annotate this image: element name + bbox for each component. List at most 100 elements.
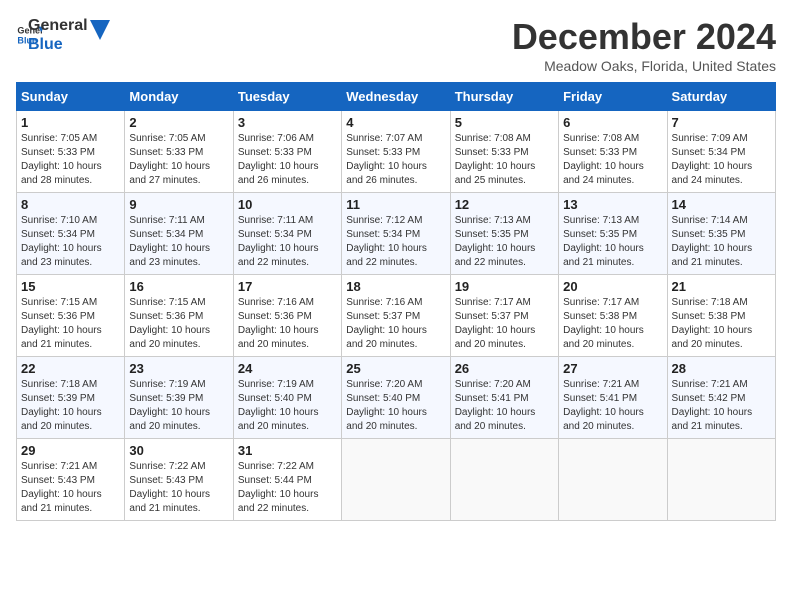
day-info: Sunrise: 7:12 AM Sunset: 5:34 PM Dayligh… — [346, 215, 427, 268]
header-wednesday: Wednesday — [342, 83, 450, 111]
day-info: Sunrise: 7:22 AM Sunset: 5:43 PM Dayligh… — [129, 461, 210, 514]
day-number: 2 — [129, 115, 228, 130]
calendar-cell: 28 Sunrise: 7:21 AM Sunset: 5:42 PM Dayl… — [667, 357, 775, 439]
day-info: Sunrise: 7:06 AM Sunset: 5:33 PM Dayligh… — [238, 133, 319, 186]
day-number: 12 — [455, 197, 554, 212]
day-number: 11 — [346, 197, 445, 212]
day-info: Sunrise: 7:11 AM Sunset: 5:34 PM Dayligh… — [238, 215, 319, 268]
page-header: General Blue General Blue December 2024 … — [16, 16, 776, 74]
day-number: 29 — [21, 443, 120, 458]
calendar-week-3: 15 Sunrise: 7:15 AM Sunset: 5:36 PM Dayl… — [17, 275, 776, 357]
day-info: Sunrise: 7:22 AM Sunset: 5:44 PM Dayligh… — [238, 461, 319, 514]
calendar-cell: 6 Sunrise: 7:08 AM Sunset: 5:33 PM Dayli… — [559, 111, 667, 193]
calendar-cell: 3 Sunrise: 7:06 AM Sunset: 5:33 PM Dayli… — [233, 111, 341, 193]
calendar-cell: 11 Sunrise: 7:12 AM Sunset: 5:34 PM Dayl… — [342, 193, 450, 275]
calendar-cell: 30 Sunrise: 7:22 AM Sunset: 5:43 PM Dayl… — [125, 439, 233, 521]
day-number: 15 — [21, 279, 120, 294]
calendar-cell: 29 Sunrise: 7:21 AM Sunset: 5:43 PM Dayl… — [17, 439, 125, 521]
calendar-week-1: 1 Sunrise: 7:05 AM Sunset: 5:33 PM Dayli… — [17, 111, 776, 193]
day-number: 9 — [129, 197, 228, 212]
calendar-cell: 27 Sunrise: 7:21 AM Sunset: 5:41 PM Dayl… — [559, 357, 667, 439]
calendar-cell: 5 Sunrise: 7:08 AM Sunset: 5:33 PM Dayli… — [450, 111, 558, 193]
calendar-cell: 10 Sunrise: 7:11 AM Sunset: 5:34 PM Dayl… — [233, 193, 341, 275]
calendar-cell: 4 Sunrise: 7:07 AM Sunset: 5:33 PM Dayli… — [342, 111, 450, 193]
day-info: Sunrise: 7:17 AM Sunset: 5:37 PM Dayligh… — [455, 297, 536, 350]
day-info: Sunrise: 7:15 AM Sunset: 5:36 PM Dayligh… — [129, 297, 210, 350]
day-number: 8 — [21, 197, 120, 212]
calendar-cell: 13 Sunrise: 7:13 AM Sunset: 5:35 PM Dayl… — [559, 193, 667, 275]
day-number: 7 — [672, 115, 771, 130]
day-number: 30 — [129, 443, 228, 458]
header-thursday: Thursday — [450, 83, 558, 111]
day-number: 22 — [21, 361, 120, 376]
title-area: December 2024 Meadow Oaks, Florida, Unit… — [512, 16, 776, 74]
day-info: Sunrise: 7:17 AM Sunset: 5:38 PM Dayligh… — [563, 297, 644, 350]
calendar-cell: 18 Sunrise: 7:16 AM Sunset: 5:37 PM Dayl… — [342, 275, 450, 357]
day-number: 1 — [21, 115, 120, 130]
day-number: 24 — [238, 361, 337, 376]
day-info: Sunrise: 7:21 AM Sunset: 5:43 PM Dayligh… — [21, 461, 102, 514]
day-info: Sunrise: 7:20 AM Sunset: 5:41 PM Dayligh… — [455, 379, 536, 432]
calendar-cell: 16 Sunrise: 7:15 AM Sunset: 5:36 PM Dayl… — [125, 275, 233, 357]
header-monday: Monday — [125, 83, 233, 111]
calendar-cell: 2 Sunrise: 7:05 AM Sunset: 5:33 PM Dayli… — [125, 111, 233, 193]
day-info: Sunrise: 7:05 AM Sunset: 5:33 PM Dayligh… — [129, 133, 210, 186]
logo-line2: Blue — [28, 35, 88, 54]
calendar-cell — [559, 439, 667, 521]
header-saturday: Saturday — [667, 83, 775, 111]
header-tuesday: Tuesday — [233, 83, 341, 111]
day-info: Sunrise: 7:19 AM Sunset: 5:39 PM Dayligh… — [129, 379, 210, 432]
day-number: 14 — [672, 197, 771, 212]
day-info: Sunrise: 7:14 AM Sunset: 5:35 PM Dayligh… — [672, 215, 753, 268]
day-info: Sunrise: 7:16 AM Sunset: 5:37 PM Dayligh… — [346, 297, 427, 350]
day-number: 16 — [129, 279, 228, 294]
day-number: 10 — [238, 197, 337, 212]
header-sunday: Sunday — [17, 83, 125, 111]
calendar-cell: 31 Sunrise: 7:22 AM Sunset: 5:44 PM Dayl… — [233, 439, 341, 521]
calendar-header-row: SundayMondayTuesdayWednesdayThursdayFrid… — [17, 83, 776, 111]
calendar-table: SundayMondayTuesdayWednesdayThursdayFrid… — [16, 82, 776, 521]
day-info: Sunrise: 7:08 AM Sunset: 5:33 PM Dayligh… — [455, 133, 536, 186]
calendar-week-2: 8 Sunrise: 7:10 AM Sunset: 5:34 PM Dayli… — [17, 193, 776, 275]
calendar-cell: 26 Sunrise: 7:20 AM Sunset: 5:41 PM Dayl… — [450, 357, 558, 439]
calendar-cell: 21 Sunrise: 7:18 AM Sunset: 5:38 PM Dayl… — [667, 275, 775, 357]
day-info: Sunrise: 7:21 AM Sunset: 5:41 PM Dayligh… — [563, 379, 644, 432]
day-info: Sunrise: 7:07 AM Sunset: 5:33 PM Dayligh… — [346, 133, 427, 186]
calendar-cell: 8 Sunrise: 7:10 AM Sunset: 5:34 PM Dayli… — [17, 193, 125, 275]
calendar-week-5: 29 Sunrise: 7:21 AM Sunset: 5:43 PM Dayl… — [17, 439, 776, 521]
day-number: 13 — [563, 197, 662, 212]
day-info: Sunrise: 7:18 AM Sunset: 5:39 PM Dayligh… — [21, 379, 102, 432]
day-number: 6 — [563, 115, 662, 130]
calendar-cell — [667, 439, 775, 521]
day-info: Sunrise: 7:20 AM Sunset: 5:40 PM Dayligh… — [346, 379, 427, 432]
day-info: Sunrise: 7:09 AM Sunset: 5:34 PM Dayligh… — [672, 133, 753, 186]
calendar-cell: 24 Sunrise: 7:19 AM Sunset: 5:40 PM Dayl… — [233, 357, 341, 439]
calendar-cell: 25 Sunrise: 7:20 AM Sunset: 5:40 PM Dayl… — [342, 357, 450, 439]
day-number: 20 — [563, 279, 662, 294]
day-number: 18 — [346, 279, 445, 294]
calendar-week-4: 22 Sunrise: 7:18 AM Sunset: 5:39 PM Dayl… — [17, 357, 776, 439]
day-info: Sunrise: 7:05 AM Sunset: 5:33 PM Dayligh… — [21, 133, 102, 186]
day-info: Sunrise: 7:13 AM Sunset: 5:35 PM Dayligh… — [563, 215, 644, 268]
day-number: 26 — [455, 361, 554, 376]
calendar-cell — [342, 439, 450, 521]
calendar-cell — [450, 439, 558, 521]
header-friday: Friday — [559, 83, 667, 111]
calendar-cell: 9 Sunrise: 7:11 AM Sunset: 5:34 PM Dayli… — [125, 193, 233, 275]
logo-arrow-icon — [90, 20, 110, 40]
month-title: December 2024 — [512, 16, 776, 58]
day-number: 27 — [563, 361, 662, 376]
calendar-cell: 14 Sunrise: 7:14 AM Sunset: 5:35 PM Dayl… — [667, 193, 775, 275]
day-number: 4 — [346, 115, 445, 130]
day-number: 19 — [455, 279, 554, 294]
logo: General Blue General Blue — [16, 16, 110, 54]
calendar-cell: 15 Sunrise: 7:15 AM Sunset: 5:36 PM Dayl… — [17, 275, 125, 357]
location-subtitle: Meadow Oaks, Florida, United States — [512, 58, 776, 74]
calendar-cell: 19 Sunrise: 7:17 AM Sunset: 5:37 PM Dayl… — [450, 275, 558, 357]
logo-line1: General — [28, 16, 88, 35]
day-number: 23 — [129, 361, 228, 376]
day-info: Sunrise: 7:21 AM Sunset: 5:42 PM Dayligh… — [672, 379, 753, 432]
day-info: Sunrise: 7:19 AM Sunset: 5:40 PM Dayligh… — [238, 379, 319, 432]
day-number: 17 — [238, 279, 337, 294]
calendar-cell: 12 Sunrise: 7:13 AM Sunset: 5:35 PM Dayl… — [450, 193, 558, 275]
